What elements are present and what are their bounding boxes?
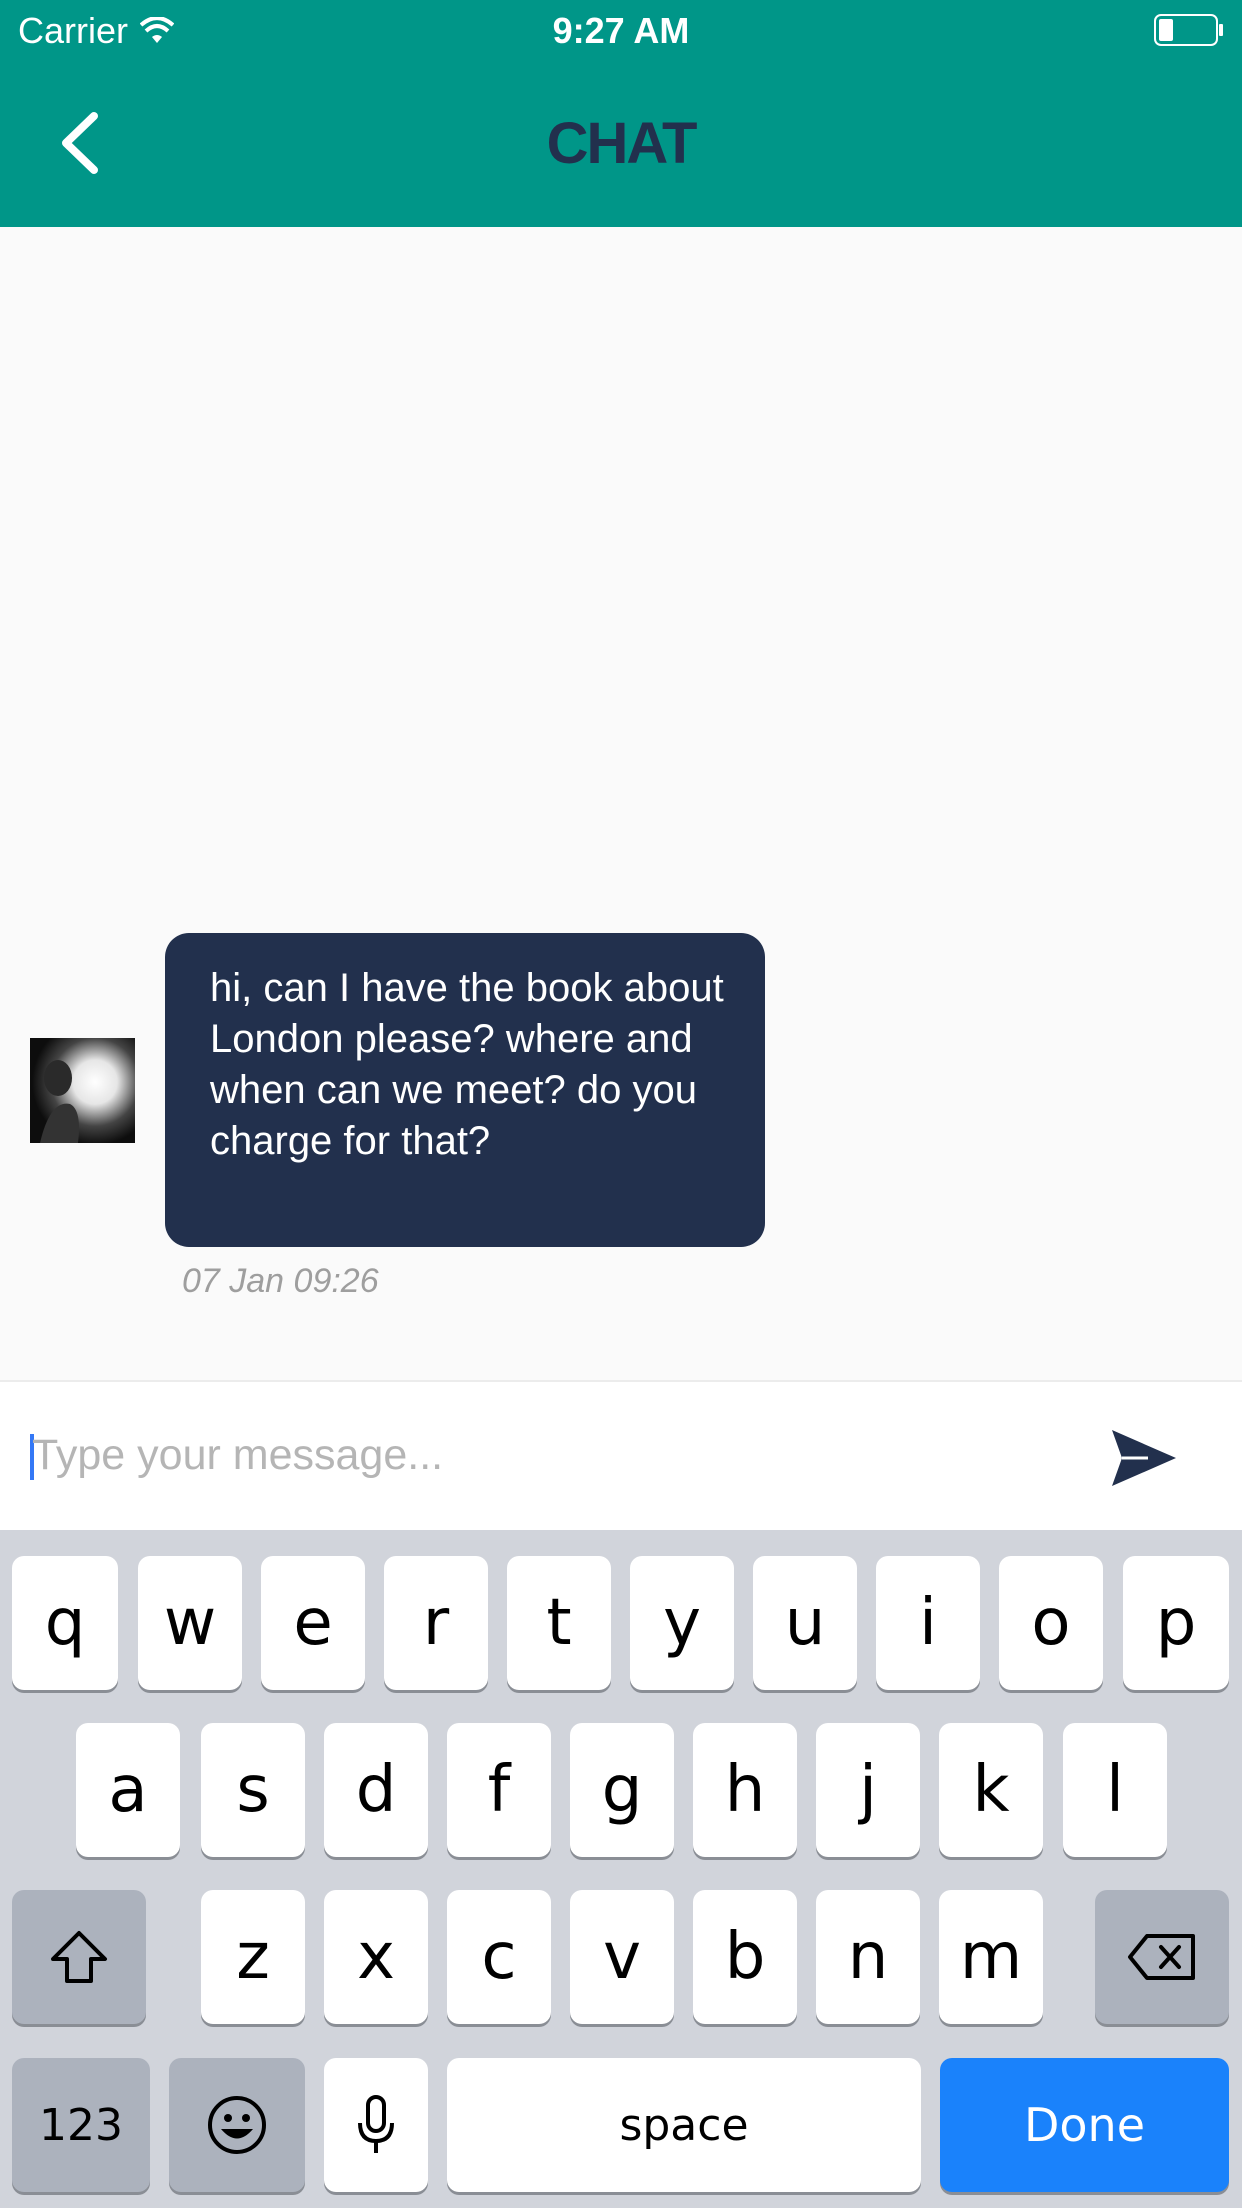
key-p[interactable]: p bbox=[1123, 1556, 1229, 1690]
key-i[interactable]: i bbox=[876, 1556, 980, 1690]
microphone-icon bbox=[358, 2095, 394, 2153]
space-key[interactable]: space bbox=[447, 2058, 921, 2192]
app-header: Carrier 9:27 AM CHAT bbox=[0, 0, 1242, 227]
keyboard: q w e r t y u i o p a s d f g h j k l z … bbox=[0, 1530, 1242, 2208]
key-j[interactable]: j bbox=[816, 1723, 920, 1857]
key-w[interactable]: w bbox=[138, 1556, 242, 1690]
chat-area[interactable]: hi, can I have the book about London ple… bbox=[0, 227, 1242, 1380]
send-button[interactable] bbox=[1108, 1426, 1180, 1490]
key-a[interactable]: a bbox=[76, 1723, 180, 1857]
shift-key[interactable] bbox=[12, 1890, 146, 2024]
composer-bar bbox=[0, 1380, 1242, 1530]
key-u[interactable]: u bbox=[753, 1556, 857, 1690]
page-title: CHAT bbox=[546, 111, 698, 176]
backspace-icon bbox=[1128, 1934, 1195, 1980]
key-k[interactable]: k bbox=[939, 1723, 1043, 1857]
key-z[interactable]: z bbox=[201, 1890, 305, 2024]
message-input[interactable] bbox=[32, 1420, 1072, 1490]
status-bar: Carrier 9:27 AM bbox=[0, 0, 1242, 60]
key-v[interactable]: v bbox=[570, 1890, 674, 2024]
send-icon bbox=[1112, 1430, 1176, 1486]
emoji-icon bbox=[208, 2096, 266, 2154]
key-y[interactable]: y bbox=[630, 1556, 734, 1690]
key-m[interactable]: m bbox=[939, 1890, 1043, 2024]
numbers-key[interactable]: 123 bbox=[12, 2058, 150, 2192]
key-t[interactable]: t bbox=[507, 1556, 611, 1690]
key-l[interactable]: l bbox=[1063, 1723, 1167, 1857]
key-r[interactable]: r bbox=[384, 1556, 488, 1690]
key-q[interactable]: q bbox=[12, 1556, 118, 1690]
message-timestamp: 07 Jan 09:26 bbox=[182, 1262, 379, 1300]
key-f[interactable]: f bbox=[447, 1723, 551, 1857]
key-h[interactable]: h bbox=[693, 1723, 797, 1857]
avatar-photo bbox=[30, 1038, 135, 1143]
key-d[interactable]: d bbox=[324, 1723, 428, 1857]
dictation-key[interactable] bbox=[324, 2058, 428, 2192]
key-b[interactable]: b bbox=[693, 1890, 797, 2024]
key-e[interactable]: e bbox=[261, 1556, 365, 1690]
message-bubble: hi, can I have the book about London ple… bbox=[165, 933, 765, 1247]
key-c[interactable]: c bbox=[447, 1890, 551, 2024]
done-key[interactable]: Done bbox=[940, 2058, 1229, 2192]
avatar[interactable] bbox=[30, 1038, 135, 1143]
battery-icon bbox=[1154, 14, 1223, 46]
key-o[interactable]: o bbox=[999, 1556, 1103, 1690]
key-n[interactable]: n bbox=[816, 1890, 920, 2024]
delete-key[interactable] bbox=[1095, 1890, 1229, 2024]
key-s[interactable]: s bbox=[201, 1723, 305, 1857]
status-time: 9:27 AM bbox=[552, 10, 690, 51]
emoji-key[interactable] bbox=[169, 2058, 305, 2192]
key-g[interactable]: g bbox=[570, 1723, 674, 1857]
message-text: hi, can I have the book about London ple… bbox=[210, 966, 724, 1163]
key-x[interactable]: x bbox=[324, 1890, 428, 2024]
shift-icon bbox=[51, 1931, 107, 1983]
